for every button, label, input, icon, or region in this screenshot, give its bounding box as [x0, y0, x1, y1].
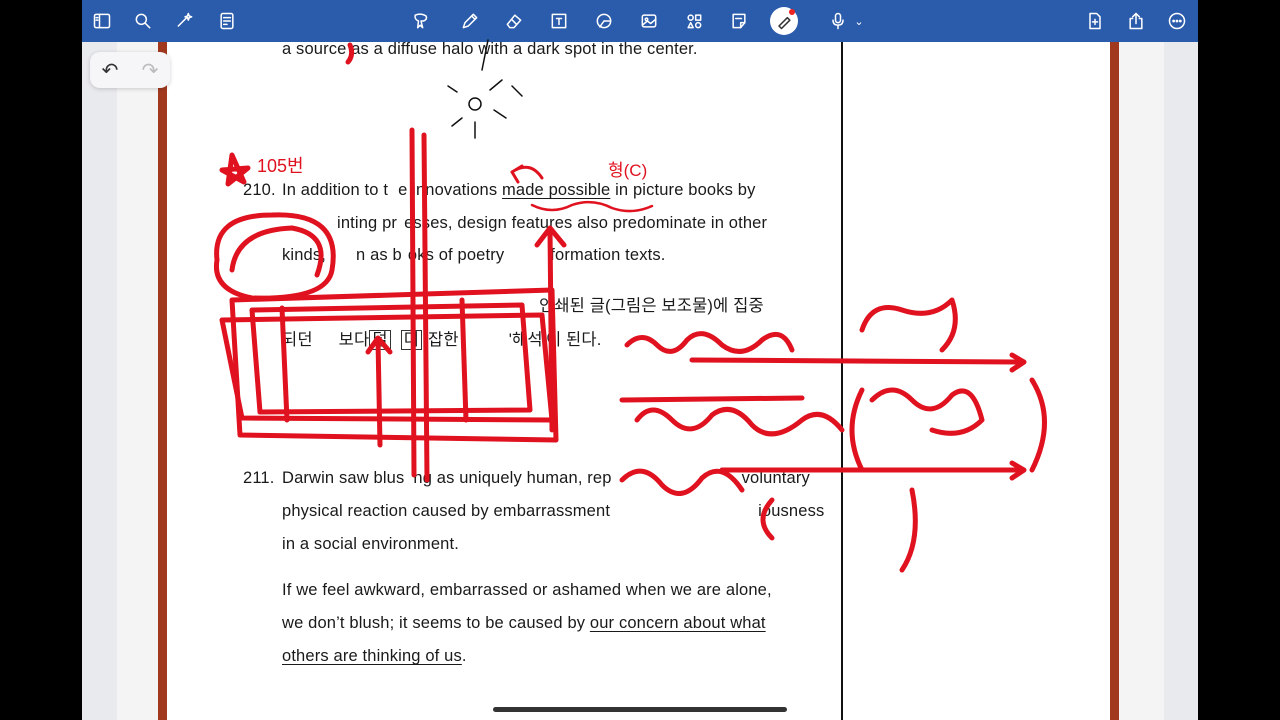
page-gutter-left: [117, 42, 160, 720]
question-number-210: 210.: [243, 181, 276, 199]
q211-line-3: in a social environment.: [282, 535, 459, 553]
page-border-left: [158, 42, 167, 720]
q210-korean-2: 되던 보다 덜 더 잡한 '해석'이 된다.: [282, 326, 601, 350]
question-number-211: 211.: [243, 469, 275, 487]
document-list-icon[interactable]: [213, 7, 241, 35]
q210-line-1: In addition to t e innovations made possi…: [282, 181, 756, 200]
page-border-right: [1110, 42, 1119, 720]
q210-l1d: in picture books by: [610, 181, 756, 199]
q211-para2-line-1: If we feel awkward, embarrassed or asham…: [282, 581, 772, 599]
laser-pointer-icon[interactable]: [770, 7, 798, 35]
q210-box-less: 덜: [369, 330, 391, 350]
chevron-down-icon[interactable]: ⌄: [852, 7, 866, 35]
q211-l1a: Darwin saw blus: [282, 469, 405, 487]
q211-l1b: ng as uniquely human, rep: [413, 469, 612, 487]
text-line-top: a source as a diffuse halo with a dark s…: [282, 40, 698, 58]
add-page-icon[interactable]: [1081, 7, 1109, 35]
q210-line-3: kinds, n as b oks of poetry formation texts…: [282, 246, 666, 265]
q210-l3b: n as b: [356, 246, 402, 264]
q211-l1c: voluntary: [741, 469, 810, 487]
page-gutter-right: [1119, 42, 1164, 720]
q211-line-2: physical reaction caused by embarrassmen…: [282, 502, 824, 521]
q210-line-2: inting pr esses, design features also pre…: [337, 214, 767, 233]
image-icon[interactable]: [635, 7, 663, 35]
q211-p2l2a: we don’t blush; it seems to be caused by: [282, 614, 590, 632]
q211-underline-others: others are thinking of us: [282, 647, 462, 665]
q210-l3c: oks of poetry: [407, 246, 505, 264]
q210-l2b: esses, design features also predominate …: [404, 214, 768, 232]
q211-para2-line-3: others are thinking of us.: [282, 647, 467, 666]
q210-l1a: In addition to t: [282, 181, 389, 199]
sidebar-icon[interactable]: [88, 7, 116, 35]
column-divider: [841, 42, 843, 720]
q211-p2l3b: .: [461, 647, 467, 665]
q210-l3a: kinds,: [282, 246, 327, 264]
q211-line-1: Darwin saw blus ng as uniquely human, rep…: [282, 469, 810, 488]
q210-l3d: formation texts.: [550, 246, 666, 264]
q210-k2a: 되던: [282, 331, 313, 349]
q210-l1b: e innovations: [398, 181, 502, 199]
undo-redo-bar: ↶ ↷: [90, 52, 170, 88]
pen-icon[interactable]: [456, 7, 484, 35]
home-indicator[interactable]: [493, 707, 787, 712]
q210-k2d: '해석'이 된다.: [508, 331, 602, 349]
lasso-select-icon[interactable]: [407, 7, 435, 35]
q211-l2a: physical reaction caused by embarrassmen…: [282, 502, 611, 520]
q210-made-possible: made possible: [501, 181, 611, 199]
q210-k2c: 잡한: [428, 331, 459, 349]
text-box-icon[interactable]: [545, 7, 573, 35]
q211-para2-line-2: we don’t blush; it seems to be caused by…: [282, 614, 766, 633]
sticky-note-icon[interactable]: [725, 7, 753, 35]
microphone-icon[interactable]: [824, 7, 852, 35]
q210-box-more: 더: [400, 330, 423, 350]
laser-active-dot: [789, 9, 795, 15]
share-icon[interactable]: [1122, 7, 1150, 35]
search-icon[interactable]: [129, 7, 157, 35]
redo-button[interactable]: ↷: [142, 58, 159, 83]
q211-l2b: iousness: [758, 502, 825, 520]
top-toolbar: ⌄: [82, 0, 1198, 42]
eraser-icon[interactable]: [500, 7, 528, 35]
elements-icon[interactable]: [680, 7, 708, 35]
q210-l2a: inting pr: [337, 214, 398, 232]
sparkle-icon[interactable]: [171, 7, 199, 35]
app-window: ⌄ ↶ ↷ a source as a diffuse halo with a …: [82, 0, 1198, 720]
shape-icon[interactable]: [590, 7, 618, 35]
q210-k2b: 보다: [338, 331, 370, 349]
more-icon[interactable]: [1163, 7, 1191, 35]
q211-underline-concern: our concern about what: [589, 614, 766, 632]
q210-korean-1: 인쇄된 글(그림은 보조물)에 집중: [539, 297, 764, 315]
undo-button[interactable]: ↶: [102, 58, 119, 83]
